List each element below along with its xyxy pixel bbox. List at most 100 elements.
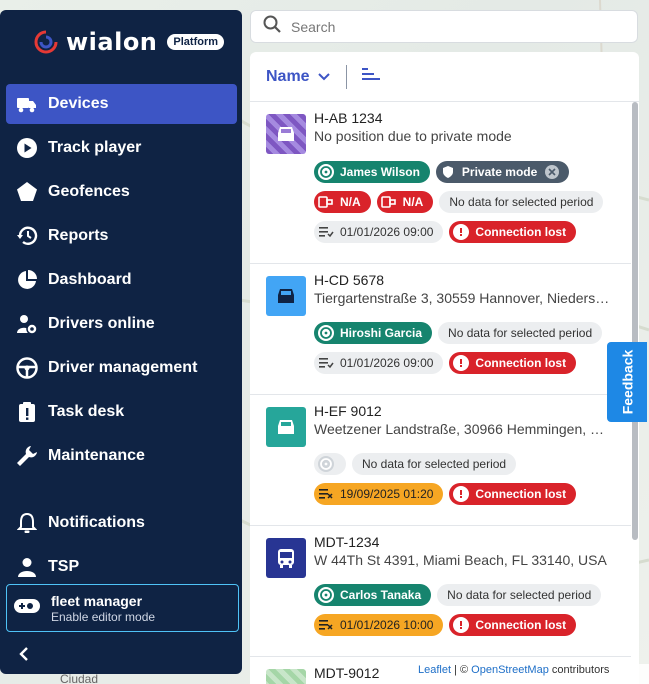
sensor-chip[interactable]: N/A <box>314 191 371 213</box>
osm-link[interactable]: OpenStreetMap <box>471 664 549 676</box>
shield-icon <box>440 164 456 180</box>
wialon-logo: wialon Platform <box>32 28 225 56</box>
user-account-box[interactable]: fleet manager Enable editor mode <box>6 584 239 632</box>
car-icon <box>266 114 306 154</box>
sidebar-item-reports[interactable]: Reports <box>6 216 237 256</box>
sidebar-item-label: Dashboard <box>48 271 132 288</box>
last-message-time: 01/01/2026 09:00 <box>340 356 434 370</box>
unit-card[interactable]: H-EF 9012 Weetzener Landstraße, 30966 He… <box>250 395 631 526</box>
sidebar-item-task-desk[interactable]: Task desk <box>6 392 237 432</box>
no-driver-chip[interactable] <box>314 453 346 475</box>
user-subtitle: Enable editor mode <box>51 609 156 624</box>
driver-chip[interactable]: James Wilson <box>314 161 430 183</box>
private-mode-label: Private mode <box>461 165 538 179</box>
unit-chips-row: 01/01/2026 10:00 Connection lost <box>314 614 577 636</box>
sensor-icon <box>380 194 397 210</box>
list-scrollbar[interactable] <box>632 102 638 540</box>
unit-address: Tiergartenstraße 3, 30559 Hannover, Nied… <box>314 290 614 306</box>
close-icon[interactable] <box>545 165 560 179</box>
sidebar-item-label: Geofences <box>48 183 130 200</box>
collapse-sidebar-button[interactable] <box>18 646 30 667</box>
sidebar-item-label: Driver management <box>48 359 198 376</box>
unit-card[interactable]: H-CD 5678 Tiergartenstraße 3, 30559 Hann… <box>250 264 631 395</box>
no-data-label: No data for selected period <box>362 457 507 471</box>
connection-status-label: Connection lost <box>475 487 567 501</box>
last-message-chip[interactable]: 01/01/2026 10:00 <box>314 614 444 636</box>
private-mode-chip[interactable]: Private mode <box>435 161 570 183</box>
sensor-value: N/A <box>402 195 424 209</box>
logo-text: wialon <box>66 28 158 56</box>
unit-name: H-EF 9012 <box>314 403 382 419</box>
sidebar-item-notifications[interactable]: Notifications <box>6 503 237 543</box>
leaflet-link[interactable]: Leaflet <box>418 664 451 676</box>
no-data-chip: No data for selected period <box>438 322 603 344</box>
sidebar-item-label: TSP <box>48 558 80 575</box>
connection-status-chip[interactable]: Connection lost <box>449 483 577 505</box>
sort-order-icon[interactable] <box>361 66 381 87</box>
message-x-icon <box>318 617 334 633</box>
sidebar-item-maintenance[interactable]: Maintenance <box>6 436 237 476</box>
connection-status-label: Connection lost <box>475 225 567 239</box>
bus-icon <box>266 538 306 578</box>
driver-chip[interactable]: Carlos Tanaka <box>314 584 432 606</box>
steering-wheel-icon <box>318 164 334 180</box>
unit-address: Weetzener Landstraße, 30966 Hemmingen, N… <box>314 421 614 437</box>
last-message-chip[interactable]: 19/09/2025 01:20 <box>314 483 444 505</box>
unit-name: H-AB 1234 <box>314 110 383 126</box>
history-icon <box>16 225 38 247</box>
connection-status-label: Connection lost <box>475 618 567 632</box>
unit-card[interactable]: MDT-1234 W 44Th St 4391, Miami Beach, FL… <box>250 526 631 657</box>
person-icon <box>16 556 38 578</box>
sidebar-item-dashboard[interactable]: Dashboard <box>6 260 237 300</box>
feedback-label: Feedback <box>619 349 635 415</box>
chevron-left-icon <box>18 646 30 666</box>
pie-chart-icon <box>16 269 38 291</box>
chevron-down-icon[interactable] <box>317 70 330 84</box>
sidebar-item-track-player[interactable]: Track player <box>6 128 237 168</box>
driver-name: Carlos Tanaka <box>340 588 422 602</box>
unit-address: W 44Th St 4391, Miami Beach, FL 33140, U… <box>314 552 607 568</box>
no-data-chip: No data for selected period <box>352 453 517 475</box>
clipboard-alert-icon <box>16 401 38 423</box>
message-check-icon <box>318 224 334 240</box>
sidebar-item-label: Maintenance <box>48 447 145 464</box>
sidebar-item-driver-management[interactable]: Driver management <box>6 348 237 388</box>
driver-icon <box>16 313 38 335</box>
unit-chips-row: Hiroshi Garcia No data for selected peri… <box>314 322 603 344</box>
connection-status-chip[interactable]: Connection lost <box>449 221 577 243</box>
last-message-chip[interactable]: 01/01/2026 09:00 <box>314 221 444 243</box>
gamepad-settings-icon <box>13 597 41 620</box>
sidebar-item-devices[interactable]: Devices <box>6 84 237 124</box>
pentagon-icon <box>16 181 38 203</box>
connection-status-label: Connection lost <box>475 356 567 370</box>
unit-chips-row: N/A N/A No data for selected period <box>314 191 604 213</box>
no-data-label: No data for selected period <box>447 588 592 602</box>
sidebar-item-geofences[interactable]: Geofences <box>6 172 237 212</box>
sidebar-item-drivers-online[interactable]: Drivers online <box>6 304 237 344</box>
unit-card[interactable]: H-AB 1234 No position due to private mod… <box>250 102 631 264</box>
user-name: fleet manager <box>51 592 143 609</box>
unit-name: MDT-9012 <box>314 665 380 681</box>
sidebar: wialon Platform Devices Track player Geo… <box>0 10 242 674</box>
unit-chips-row: No data for selected period <box>314 453 517 475</box>
feedback-button[interactable]: Feedback <box>607 342 647 422</box>
sort-dropdown-label[interactable]: Name <box>266 68 310 86</box>
unit-address: No position due to private mode <box>314 128 512 144</box>
connection-status-chip[interactable]: Connection lost <box>449 614 577 636</box>
sidebar-item-tsp[interactable]: TSP <box>6 547 237 587</box>
search-input[interactable] <box>291 18 611 35</box>
sidebar-item-label: Track player <box>48 139 142 156</box>
last-message-chip[interactable]: 01/01/2026 09:00 <box>314 352 444 374</box>
sidebar-nav: Devices Track player Geofences Reports D… <box>6 84 237 480</box>
connection-status-chip[interactable]: Connection lost <box>449 352 577 374</box>
search-bar <box>250 10 638 43</box>
driver-chip[interactable]: Hiroshi Garcia <box>314 322 433 344</box>
car-icon <box>266 407 306 447</box>
connection-lost-icon <box>453 224 470 240</box>
map-attribution: Leaflet | © OpenStreetMap contributors <box>412 664 649 684</box>
no-data-label: No data for selected period <box>449 195 594 209</box>
sensor-chip[interactable]: N/A <box>376 191 434 213</box>
steering-wheel-icon <box>318 325 334 341</box>
truck-icon <box>16 93 38 115</box>
logo-badge: Platform <box>167 34 225 50</box>
